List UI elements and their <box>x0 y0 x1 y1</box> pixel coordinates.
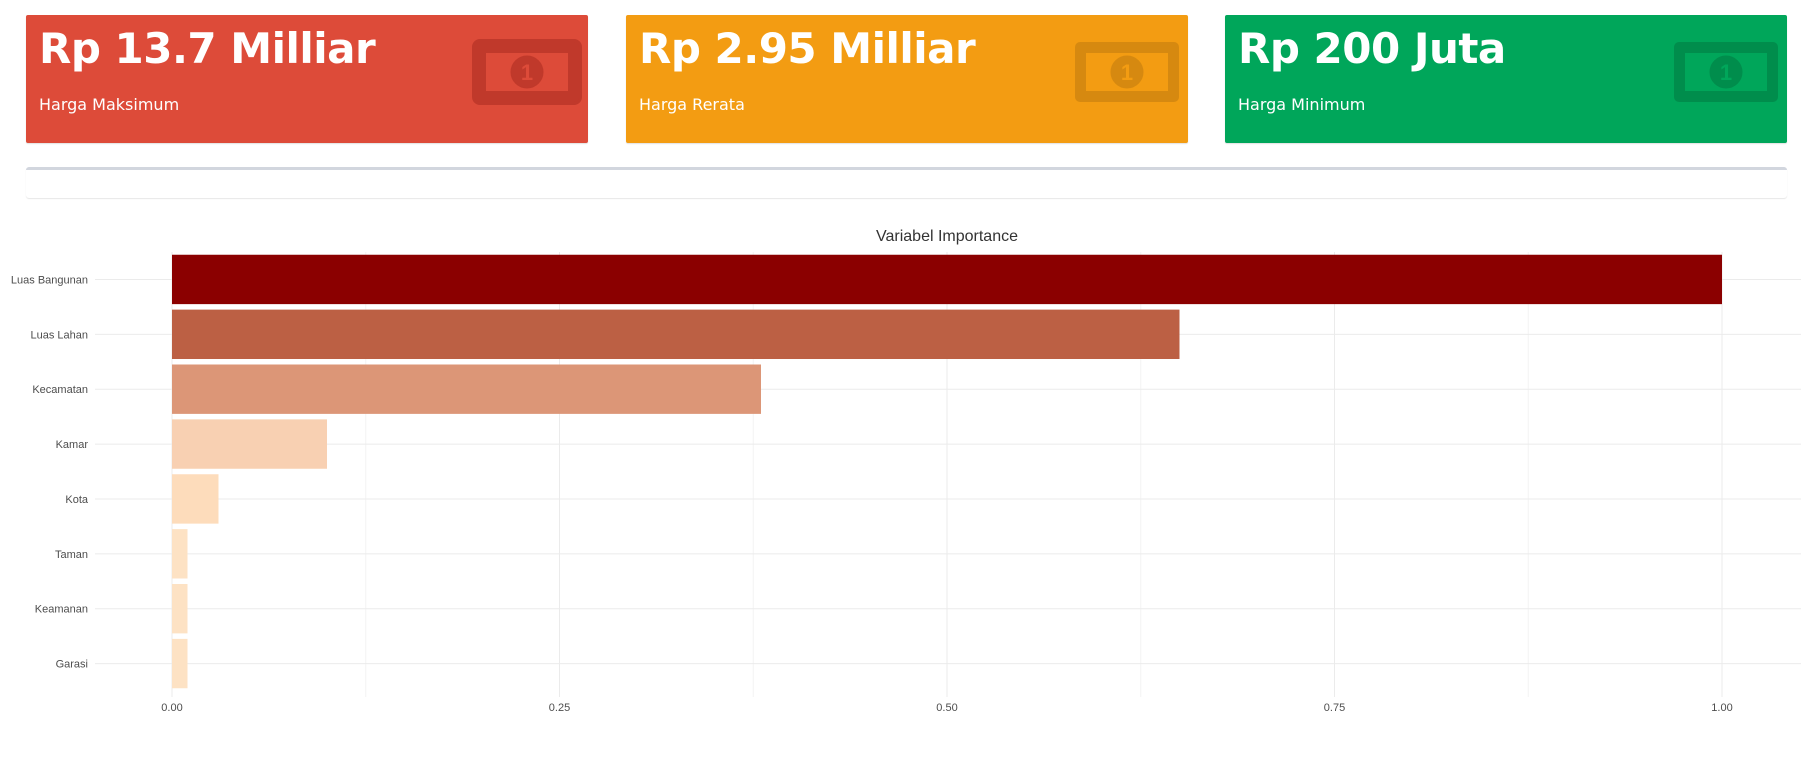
x-tick-label: 1.00 <box>1711 702 1732 714</box>
bar-kamar <box>172 419 327 469</box>
x-axis-labels: 0.00 0.25 0.50 0.75 1.00 <box>161 702 1732 714</box>
value-boxes: Rp 13.7 Milliar Harga Maksimum 1 Rp 2.95… <box>26 15 1787 143</box>
x-tick-label: 0.50 <box>936 702 957 714</box>
avg-price-value: Rp 2.95 Milliar <box>639 24 976 73</box>
bar-luas-bangunan <box>172 254 1722 305</box>
y-axis-labels: Luas Bangunan Luas Lahan Kecamatan Kamar Kot… <box>11 274 89 670</box>
chart-title: Variabel Importance <box>876 228 1018 245</box>
y-tick-label: Garasi <box>56 659 88 671</box>
svg-text:1: 1 <box>1720 60 1732 85</box>
bar-garasi <box>172 638 188 689</box>
max-price-card: Rp 13.7 Milliar Harga Maksimum 1 <box>26 15 588 143</box>
min-price-card: Rp 200 Juta Harga Minimum 1 <box>1225 15 1787 143</box>
x-tick-label: 0.00 <box>161 702 182 714</box>
avg-price-card: Rp 2.95 Milliar Harga Rerata 1 <box>626 15 1188 143</box>
y-tick-label: Taman <box>55 549 88 561</box>
svg-text:1: 1 <box>1121 60 1133 85</box>
max-price-value: Rp 13.7 Milliar <box>39 24 376 73</box>
x-tick-label: 0.75 <box>1324 702 1345 714</box>
bar-taman <box>172 529 188 579</box>
min-price-label: Harga Minimum <box>1238 95 1366 114</box>
variable-importance-chart: Variabel Importance Luas Bangunan Luas La… <box>11 228 1801 714</box>
bar-keamanan <box>172 583 188 634</box>
empty-box <box>26 167 1787 198</box>
bar-kota <box>172 474 219 524</box>
x-tick-label: 0.25 <box>549 702 570 714</box>
min-price-value: Rp 200 Juta <box>1238 24 1506 73</box>
y-tick-label: Luas Lahan <box>31 329 89 341</box>
max-price-label: Harga Maksimum <box>39 95 180 114</box>
money-bill-icon: 1 <box>1075 42 1179 102</box>
money-bill-icon: 1 <box>472 39 582 105</box>
y-tick-label: Kecamatan <box>32 384 88 396</box>
y-tick-label: Keamanan <box>35 604 88 616</box>
y-tick-label: Luas Bangunan <box>11 274 88 286</box>
money-bill-icon: 1 <box>1674 42 1778 102</box>
avg-price-label: Harga Rerata <box>639 95 745 114</box>
y-tick-label: Kota <box>65 494 89 506</box>
bar-kecamatan <box>172 364 761 414</box>
y-tick-label: Kamar <box>56 439 89 451</box>
svg-text:1: 1 <box>521 60 533 85</box>
bar-luas-lahan <box>172 309 1180 360</box>
